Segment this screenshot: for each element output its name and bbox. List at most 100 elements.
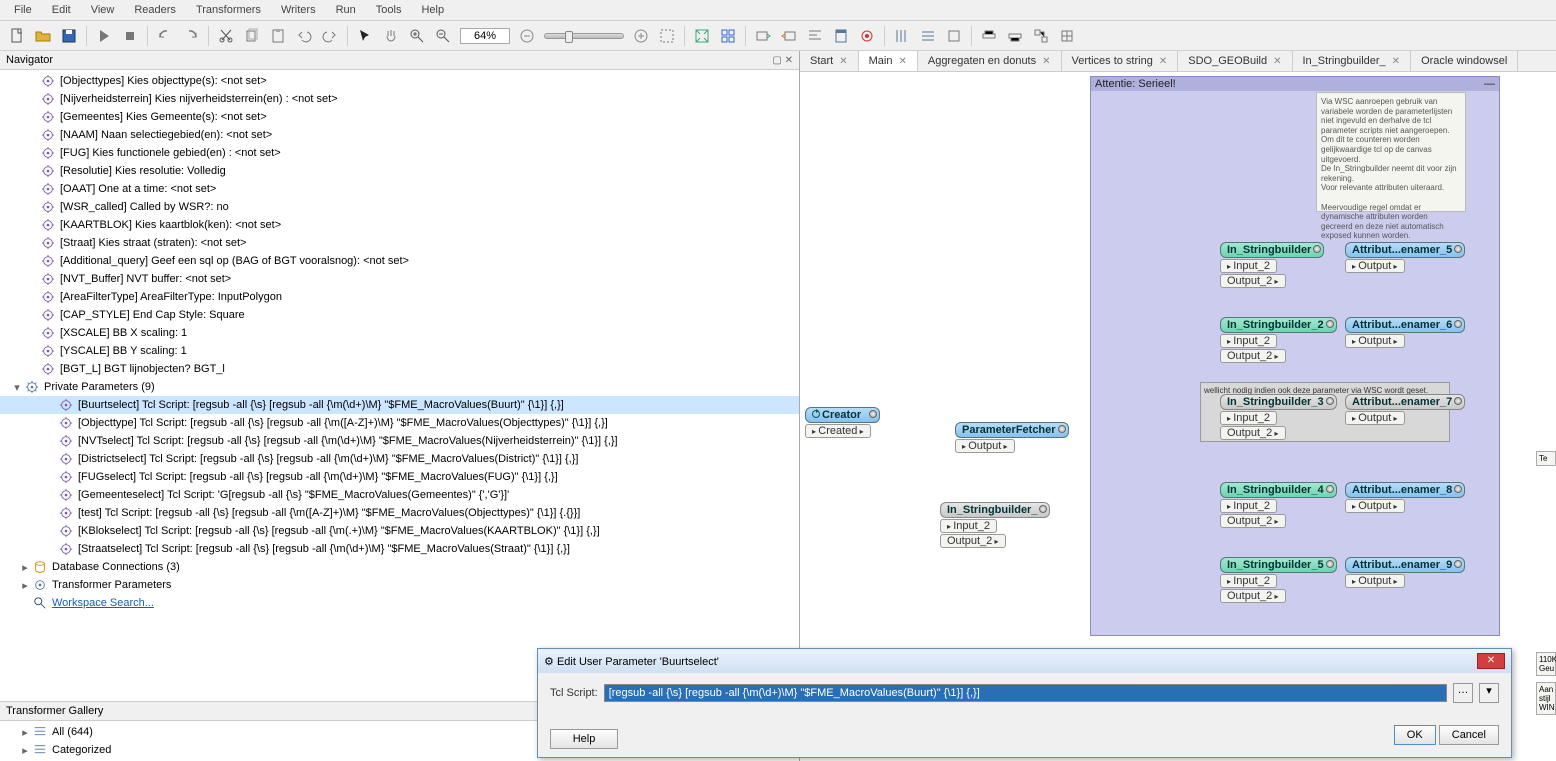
gear-icon[interactable] <box>1454 560 1462 568</box>
param-item[interactable]: [YSCALE] BB Y scaling: 1 <box>0 342 799 360</box>
param-item[interactable]: [Straat] Kies straat (straten): <not set… <box>0 234 799 252</box>
close-icon[interactable]: ✕ <box>839 56 847 67</box>
tab-sdogeo[interactable]: SDO_GEOBuild✕ <box>1178 51 1292 71</box>
navigator-dock-controls[interactable]: ▢ ✕ <box>772 55 793 66</box>
stop-icon[interactable] <box>119 25 141 47</box>
tab-aggregaten[interactable]: Aggregaten en donuts✕ <box>918 51 1062 71</box>
transformer-attributerenamer[interactable]: Attribut...enamer_7▸ Output ▸ <box>1345 394 1465 425</box>
transformer-instringbuilder[interactable]: In_Stringbuilder_4▸ Input_2Output_2 ▸ <box>1220 482 1337 528</box>
full-extent-icon[interactable] <box>691 25 713 47</box>
gear-icon[interactable] <box>1454 320 1462 328</box>
copy-icon[interactable] <box>241 25 263 47</box>
tool3-icon[interactable] <box>943 25 965 47</box>
menu-edit[interactable]: Edit <box>42 2 81 18</box>
private-param-item[interactable]: [NVTselect] Tcl Script: [regsub -all {\s… <box>0 432 799 450</box>
bookmark-collapse-icon[interactable]: — <box>1484 78 1495 90</box>
navigator-tree[interactable]: [Objecttypes] Kies objecttype(s): <not s… <box>0 70 799 701</box>
close-button[interactable]: ✕ <box>1477 653 1505 669</box>
gear-icon[interactable] <box>1326 560 1334 568</box>
expander-icon[interactable]: ▾ <box>12 381 22 394</box>
param-item[interactable]: [Resolutie] Kies resolutie: Volledig <box>0 162 799 180</box>
zoom-out-icon[interactable] <box>432 25 454 47</box>
param-item[interactable]: [NAAM] Naan selectiegebied(en): <not set… <box>0 126 799 144</box>
menu-writers[interactable]: Writers <box>271 2 326 18</box>
tool1-icon[interactable] <box>891 25 913 47</box>
tab-start[interactable]: Start✕ <box>800 51 859 71</box>
tab-main[interactable]: Main✕ <box>859 51 918 71</box>
gear-icon[interactable] <box>1326 485 1334 493</box>
param-item[interactable]: [AreaFilterType] AreaFilterType: InputPo… <box>0 288 799 306</box>
expander-icon[interactable]: ▸ <box>20 561 30 574</box>
inspect-icon[interactable] <box>856 25 878 47</box>
cut-icon[interactable] <box>215 25 237 47</box>
menu-help[interactable]: Help <box>411 2 454 18</box>
menu-readers[interactable]: Readers <box>124 2 186 18</box>
workspace-search-label[interactable]: Workspace Search... <box>52 597 154 609</box>
zoom-plus-icon[interactable] <box>630 25 652 47</box>
tool2-icon[interactable] <box>917 25 939 47</box>
zoom-in-icon[interactable] <box>406 25 428 47</box>
undo-icon[interactable] <box>293 25 315 47</box>
transformer-attributerenamer[interactable]: Attribut...enamer_5▸ Output ▸ <box>1345 242 1465 273</box>
transformer-attributerenamer[interactable]: Attribut...enamer_9▸ Output ▸ <box>1345 557 1465 588</box>
menu-tools[interactable]: Tools <box>366 2 412 18</box>
private-parameters-node[interactable]: ▾ Private Parameters (9) <box>0 378 799 396</box>
transformer-instringbuilder-side[interactable]: In_Stringbuilder_ ▸ Input_2 Output_2 ▸ <box>940 502 1050 548</box>
annotation-note[interactable]: Via WSC aanroepen gebruik van variabele … <box>1316 92 1466 212</box>
param-item[interactable]: [Additional_query] Geef een sql op (BAG … <box>0 252 799 270</box>
gear-icon[interactable] <box>1313 245 1321 253</box>
param-item[interactable]: [Nijverheidsterrein] Kies nijverheidster… <box>0 90 799 108</box>
pointer-icon[interactable] <box>354 25 376 47</box>
cancel-button[interactable]: Cancel <box>1439 725 1499 745</box>
gear-icon[interactable] <box>1454 485 1462 493</box>
transformer-instringbuilder[interactable]: In_Stringbuilder_2▸ Input_2Output_2 ▸ <box>1220 317 1337 363</box>
add-reader-icon[interactable] <box>752 25 774 47</box>
tcl-script-input[interactable] <box>604 684 1447 702</box>
menu-file[interactable]: File <box>4 2 42 18</box>
new-icon[interactable] <box>6 25 28 47</box>
gear-icon[interactable] <box>1454 397 1462 405</box>
gear-icon[interactable] <box>1058 425 1066 433</box>
zoom-fit-icon[interactable] <box>656 25 678 47</box>
transformer-params-node[interactable]: ▸ Transformer Parameters <box>0 576 799 594</box>
private-param-item[interactable]: [Gemeenteselect] Tcl Script: 'G[regsub -… <box>0 486 799 504</box>
param-item[interactable]: [WSR_called] Called by WSR?: no <box>0 198 799 216</box>
tool6-icon[interactable] <box>1030 25 1052 47</box>
gear-icon[interactable] <box>1039 505 1047 513</box>
align-icon[interactable] <box>804 25 826 47</box>
transformer-attributerenamer[interactable]: Attribut...enamer_6▸ Output ▸ <box>1345 317 1465 348</box>
transformer-creator[interactable]: Creator ▸ Created ▸ <box>805 407 880 438</box>
close-icon[interactable]: ✕ <box>1042 56 1050 67</box>
private-param-item[interactable]: [Buurtselect] Tcl Script: [regsub -all {… <box>0 396 799 414</box>
private-param-item[interactable]: [KBlokselect] Tcl Script: [regsub -all {… <box>0 522 799 540</box>
private-param-item[interactable]: [Objecttype] Tcl Script: [regsub -all {\… <box>0 414 799 432</box>
gear-icon[interactable] <box>1454 245 1462 253</box>
gear-icon[interactable] <box>1326 320 1334 328</box>
menu-view[interactable]: View <box>81 2 125 18</box>
tab-instringbuilder[interactable]: In_Stringbuilder_✕ <box>1293 51 1412 71</box>
zoom-minus-icon[interactable] <box>516 25 538 47</box>
close-icon[interactable]: ✕ <box>1273 56 1281 67</box>
private-param-item[interactable]: [test] Tcl Script: [regsub -all {\s} [re… <box>0 504 799 522</box>
expander-icon[interactable]: ▸ <box>20 726 30 739</box>
gear-icon[interactable] <box>869 410 877 418</box>
gear-icon[interactable] <box>1326 397 1334 405</box>
tool4-icon[interactable] <box>978 25 1000 47</box>
help-button[interactable]: Help <box>550 729 618 749</box>
tab-oracle[interactable]: Oracle windowsel <box>1411 51 1518 71</box>
menu-transformers[interactable]: Transformers <box>186 2 271 18</box>
param-item[interactable]: [BGT_L] BGT lijnobjecten? BGT_l <box>0 360 799 378</box>
param-item[interactable]: [KAARTBLOK] Kies kaartblok(ken): <not se… <box>0 216 799 234</box>
private-param-item[interactable]: [Districtselect] Tcl Script: [regsub -al… <box>0 450 799 468</box>
param-item[interactable]: [OAAT] One at a time: <not set> <box>0 180 799 198</box>
paste-icon[interactable] <box>267 25 289 47</box>
dropdown-button[interactable]: ▾ <box>1479 683 1499 703</box>
menu-run[interactable]: Run <box>326 2 366 18</box>
db-connections-node[interactable]: ▸ Database Connections (3) <box>0 558 799 576</box>
pan-icon[interactable] <box>380 25 402 47</box>
add-writer-icon[interactable] <box>778 25 800 47</box>
transformer-instringbuilder[interactable]: In_Stringbuilder_5▸ Input_2Output_2 ▸ <box>1220 557 1337 603</box>
param-item[interactable]: [Objecttypes] Kies objecttype(s): <not s… <box>0 72 799 90</box>
private-param-item[interactable]: [FUGselect] Tcl Script: [regsub -all {\s… <box>0 468 799 486</box>
tab-vertices[interactable]: Vertices to string✕ <box>1062 51 1179 71</box>
